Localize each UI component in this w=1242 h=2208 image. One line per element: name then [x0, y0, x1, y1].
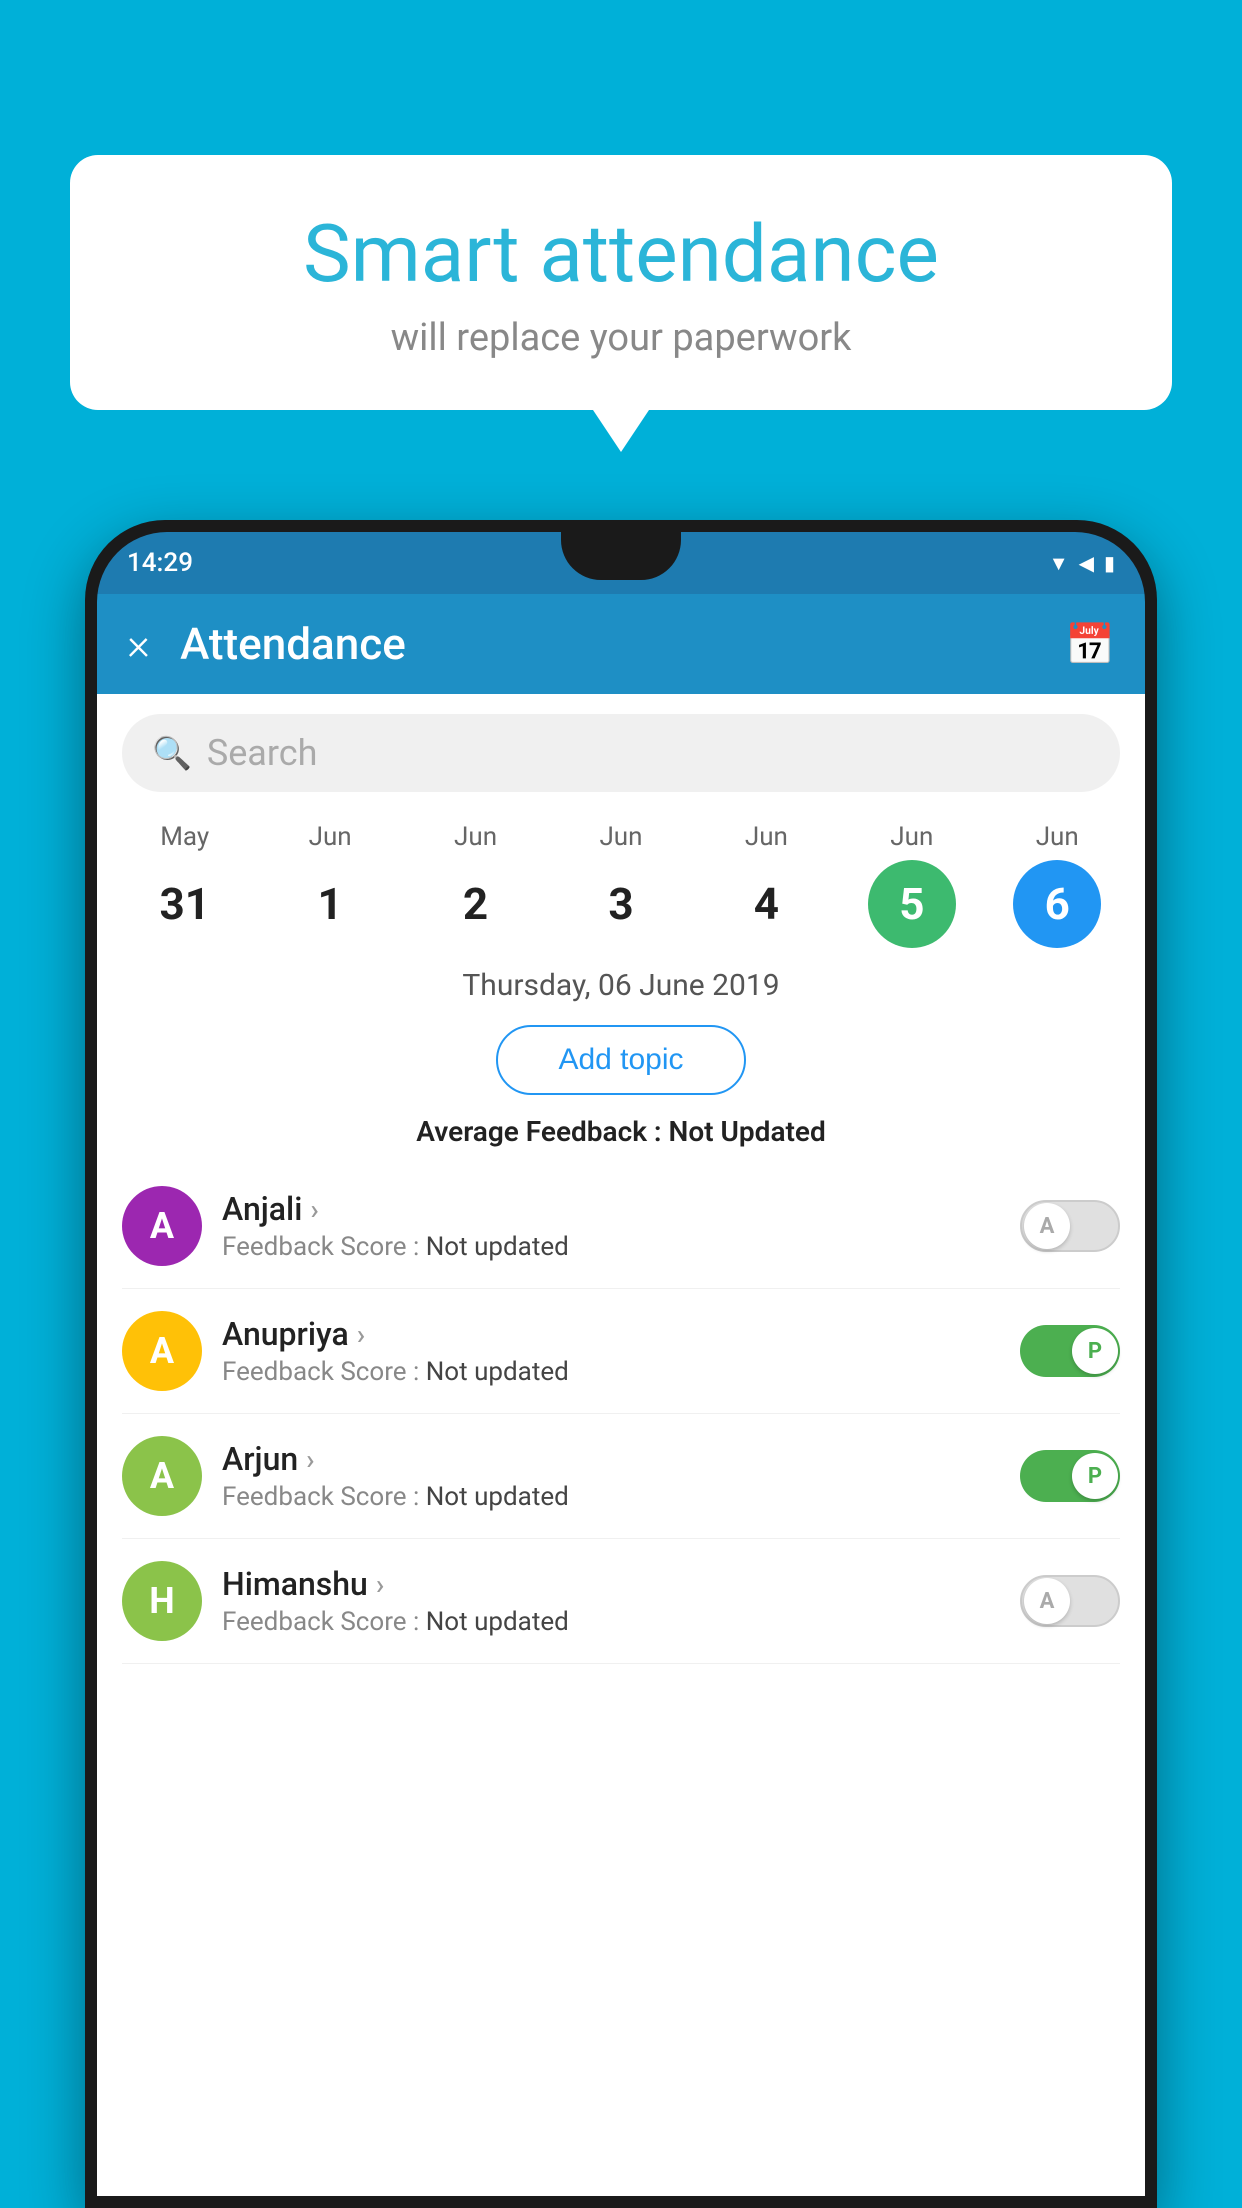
speech-bubble: Smart attendance will replace your paper…: [70, 155, 1172, 410]
close-icon[interactable]: ×: [127, 618, 150, 670]
calendar-day[interactable]: Jun 3: [577, 822, 665, 948]
attendance-toggle[interactable]: A: [1020, 1200, 1120, 1252]
feedback-value: Not updated: [426, 1482, 569, 1512]
search-bar[interactable]: 🔍 Search: [122, 714, 1120, 792]
speech-bubble-container: Smart attendance will replace your paper…: [70, 155, 1172, 410]
avg-feedback: Average Feedback : Not Updated: [97, 1107, 1145, 1164]
phone-screen: 14:29 ▼ ◀ ▮ × Attendance 📅 🔍 Search: [97, 532, 1145, 2196]
student-item[interactable]: A Anupriya› Feedback Score : Not updated P: [122, 1289, 1120, 1414]
avg-feedback-label: Average Feedback :: [416, 1115, 661, 1148]
chevron-icon: ›: [310, 1193, 318, 1226]
calendar-day[interactable]: May 31: [141, 822, 229, 948]
student-avatar: A: [122, 1311, 202, 1391]
chevron-icon: ›: [376, 1568, 384, 1601]
student-name-text: Arjun: [222, 1440, 298, 1478]
toggle-wrap[interactable]: A: [1020, 1575, 1120, 1627]
calendar-row: May 31 Jun 1 Jun 2 Jun 3 Jun 4 Jun 5 Jun 6: [97, 812, 1145, 953]
toggle-knob: P: [1072, 1453, 1118, 1499]
calendar-icon[interactable]: 📅: [1065, 621, 1115, 668]
toggle-wrap[interactable]: P: [1020, 1325, 1120, 1377]
toggle-wrap[interactable]: A: [1020, 1200, 1120, 1252]
app-content: 🔍 Search May 31 Jun 1 Jun 2 Jun 3 Jun 4 Jun 5 Jun 6 T…: [97, 694, 1145, 2196]
student-feedback: Feedback Score : Not updated: [222, 1232, 1000, 1262]
speech-bubble-title: Smart attendance: [130, 210, 1112, 298]
toggle-knob: A: [1024, 1203, 1070, 1249]
feedback-value: Not updated: [426, 1607, 569, 1637]
day-month-label: Jun: [599, 822, 642, 852]
day-month-label: Jun: [309, 822, 352, 852]
student-list: AAnjali›Feedback Score : Not updatedAAAn…: [97, 1164, 1145, 1664]
calendar-day[interactable]: Jun 2: [432, 822, 520, 948]
student-item[interactable]: A Anjali› Feedback Score : Not updated A: [122, 1164, 1120, 1289]
day-month-label: Jun: [745, 822, 788, 852]
calendar-day[interactable]: Jun 6: [1013, 822, 1101, 948]
student-name-text: Anupriya: [222, 1315, 349, 1353]
date-display: Thursday, 06 June 2019: [97, 953, 1145, 1013]
calendar-day[interactable]: Jun 5: [868, 822, 956, 948]
student-name: Arjun›: [222, 1440, 1000, 1478]
add-topic-button[interactable]: Add topic: [496, 1025, 745, 1095]
day-number[interactable]: 1: [286, 860, 374, 948]
day-number[interactable]: 4: [722, 860, 810, 948]
attendance-toggle[interactable]: A: [1020, 1575, 1120, 1627]
wifi-icon: ▼: [1049, 551, 1069, 576]
phone-inner: 14:29 ▼ ◀ ▮ × Attendance 📅 🔍 Search: [97, 532, 1145, 2196]
student-feedback: Feedback Score : Not updated: [222, 1607, 1000, 1637]
calendar-day[interactable]: Jun 4: [722, 822, 810, 948]
app-title: Attendance: [180, 618, 1035, 670]
feedback-value: Not updated: [426, 1232, 569, 1262]
search-icon: 🔍: [152, 734, 192, 772]
phone-frame: 14:29 ▼ ◀ ▮ × Attendance 📅 🔍 Search: [85, 520, 1157, 2208]
app-bar: × Attendance 📅: [97, 594, 1145, 694]
student-item[interactable]: H Himanshu› Feedback Score : Not updated A: [122, 1539, 1120, 1664]
student-avatar: A: [122, 1436, 202, 1516]
chevron-icon: ›: [306, 1443, 314, 1476]
status-bar: 14:29 ▼ ◀ ▮: [97, 532, 1145, 594]
student-name-text: Anjali: [222, 1190, 302, 1228]
day-month-label: May: [160, 822, 209, 852]
status-icons: ▼ ◀ ▮: [1049, 551, 1115, 576]
student-info: Anjali› Feedback Score : Not updated: [222, 1190, 1000, 1262]
student-info: Arjun› Feedback Score : Not updated: [222, 1440, 1000, 1512]
student-feedback: Feedback Score : Not updated: [222, 1357, 1000, 1387]
toggle-knob: P: [1072, 1328, 1118, 1374]
day-month-label: Jun: [454, 822, 497, 852]
student-item[interactable]: A Arjun› Feedback Score : Not updated P: [122, 1414, 1120, 1539]
battery-icon: ▮: [1104, 551, 1115, 575]
toggle-wrap[interactable]: P: [1020, 1450, 1120, 1502]
student-avatar: A: [122, 1186, 202, 1266]
toggle-knob: A: [1024, 1578, 1070, 1624]
day-month-label: Jun: [1036, 822, 1079, 852]
day-number[interactable]: 5: [868, 860, 956, 948]
speech-bubble-subtitle: will replace your paperwork: [130, 316, 1112, 360]
day-number[interactable]: 3: [577, 860, 665, 948]
notch: [561, 532, 681, 580]
feedback-value: Not updated: [426, 1357, 569, 1387]
status-time: 14:29: [127, 548, 193, 578]
student-info: Himanshu› Feedback Score : Not updated: [222, 1565, 1000, 1637]
student-name: Anupriya›: [222, 1315, 1000, 1353]
chevron-icon: ›: [357, 1318, 365, 1351]
student-name-text: Himanshu: [222, 1565, 368, 1603]
search-placeholder: Search: [207, 732, 318, 774]
student-name: Anjali›: [222, 1190, 1000, 1228]
calendar-day[interactable]: Jun 1: [286, 822, 374, 948]
day-number[interactable]: 31: [141, 860, 229, 948]
signal-icon: ◀: [1079, 551, 1094, 575]
student-feedback: Feedback Score : Not updated: [222, 1482, 1000, 1512]
student-info: Anupriya› Feedback Score : Not updated: [222, 1315, 1000, 1387]
day-number[interactable]: 6: [1013, 860, 1101, 948]
day-month-label: Jun: [890, 822, 933, 852]
attendance-toggle[interactable]: P: [1020, 1325, 1120, 1377]
attendance-toggle[interactable]: P: [1020, 1450, 1120, 1502]
avg-feedback-value: Not Updated: [669, 1115, 826, 1148]
student-avatar: H: [122, 1561, 202, 1641]
day-number[interactable]: 2: [432, 860, 520, 948]
student-name: Himanshu›: [222, 1565, 1000, 1603]
